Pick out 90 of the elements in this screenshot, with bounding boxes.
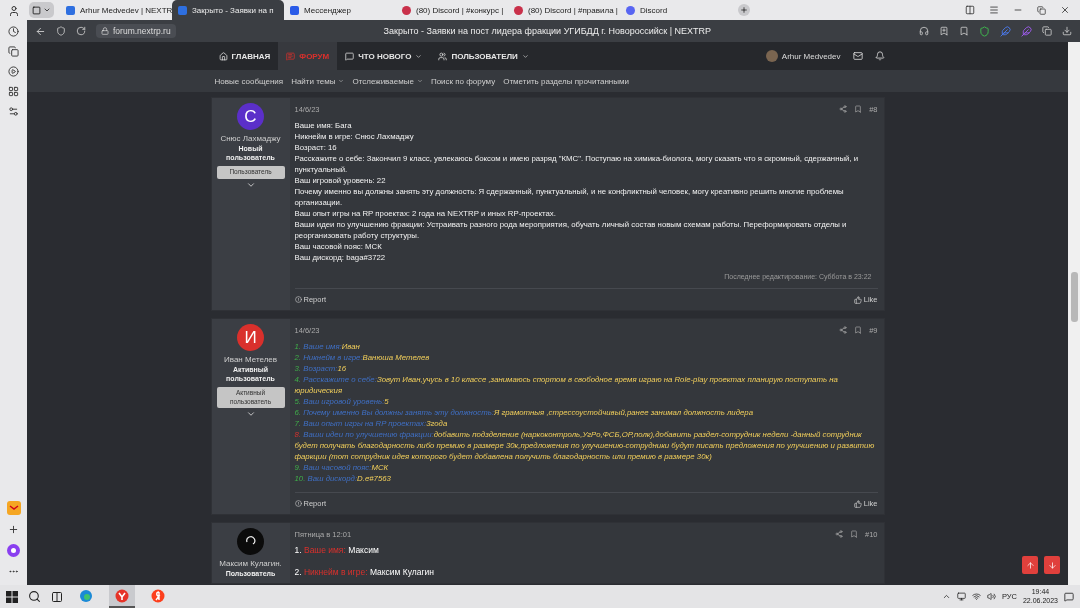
caret-icon bbox=[43, 6, 51, 14]
square-icon bbox=[66, 5, 75, 15]
users-icon bbox=[438, 51, 448, 61]
browser-icon bbox=[115, 588, 129, 603]
tabs-icon[interactable] bbox=[965, 5, 975, 15]
post-line: 2. Никнейм в игре: Максим Кулагин bbox=[294, 567, 436, 578]
notifications-icon[interactable] bbox=[1064, 591, 1074, 602]
avatar: С bbox=[237, 103, 264, 130]
avatar-icon bbox=[237, 528, 264, 555]
grid-icon[interactable] bbox=[8, 86, 19, 97]
close-icon[interactable] bbox=[1060, 5, 1070, 15]
windows-icon[interactable] bbox=[6, 590, 18, 603]
bookmark-icon[interactable] bbox=[850, 530, 858, 538]
collections-icon[interactable] bbox=[8, 46, 19, 57]
user-menu[interactable]: Arhur Medvedev bbox=[765, 50, 841, 62]
subnav-link[interactable]: Отслеживаемые bbox=[348, 76, 427, 86]
address-field[interactable]: forum.nextrp.ru bbox=[96, 24, 176, 38]
subnav-link[interactable]: Новые сообщения bbox=[210, 76, 288, 86]
thumbs-up-icon bbox=[853, 295, 862, 304]
new-tab-button[interactable] bbox=[738, 4, 750, 16]
author-name[interactable]: Снюс Лахмаджу bbox=[220, 134, 281, 143]
tray-expand-icon[interactable] bbox=[941, 592, 951, 601]
browser-tab[interactable]: (80) Discord | #конкурс | bbox=[396, 0, 508, 20]
bookmark-icon[interactable] bbox=[854, 326, 863, 334]
extension-icon[interactable] bbox=[1021, 25, 1032, 37]
bookmark-icon[interactable] bbox=[939, 26, 949, 36]
scroll-down-button[interactable] bbox=[1044, 556, 1060, 574]
browser-tab[interactable]: Discord bbox=[620, 0, 732, 20]
search-icon[interactable] bbox=[28, 590, 41, 603]
alert-icon bbox=[294, 500, 302, 507]
restore-icon[interactable] bbox=[1037, 5, 1046, 15]
nav-tab[interactable]: ГЛАВНАЯ bbox=[210, 42, 279, 70]
scroll-up-button[interactable] bbox=[1022, 556, 1038, 574]
headphones-icon[interactable] bbox=[919, 26, 929, 36]
mail-icon[interactable] bbox=[852, 51, 863, 61]
nav-tab[interactable]: ЧТО НОВОГО bbox=[337, 42, 431, 70]
square-icon bbox=[32, 5, 41, 15]
bookmark-icon[interactable] bbox=[959, 26, 969, 36]
history-icon[interactable] bbox=[8, 26, 19, 37]
avatar: И bbox=[237, 324, 264, 351]
taskbar-app[interactable] bbox=[109, 585, 135, 608]
back-icon[interactable] bbox=[35, 25, 46, 37]
browser-tab[interactable]: Мессенджер bbox=[284, 0, 396, 20]
browser-tab[interactable]: (80) Discord | #правила | bbox=[508, 0, 620, 20]
monitor-icon[interactable] bbox=[956, 592, 966, 601]
bell-icon[interactable] bbox=[874, 51, 885, 61]
home-icon bbox=[218, 51, 228, 61]
download-icon[interactable] bbox=[1062, 26, 1072, 36]
arrow-up-icon bbox=[1025, 560, 1035, 570]
subnav-link[interactable]: Поиск по форуму bbox=[426, 76, 500, 86]
share-icon[interactable] bbox=[839, 105, 848, 113]
circle-icon bbox=[626, 5, 635, 15]
plus-icon bbox=[740, 6, 748, 14]
assistant-icon[interactable] bbox=[7, 544, 20, 557]
network-icon[interactable] bbox=[971, 592, 981, 601]
share-icon[interactable] bbox=[835, 530, 843, 538]
profile-icon[interactable] bbox=[7, 5, 20, 17]
bookmark-icon[interactable] bbox=[854, 105, 863, 113]
extension-icon[interactable] bbox=[1042, 26, 1052, 36]
browser-tab[interactable]: Arhur Medvedev | NEXTR bbox=[60, 0, 172, 20]
square-icon bbox=[178, 5, 187, 15]
browser-icon bbox=[79, 588, 93, 603]
nav-tab[interactable]: ПОЛЬЗОВАТЕЛИ bbox=[430, 42, 537, 70]
arrow-down-icon bbox=[1047, 560, 1057, 570]
reload-icon[interactable] bbox=[76, 26, 86, 36]
tab-group-button[interactable] bbox=[29, 2, 54, 18]
author-name[interactable]: Иван Метелев bbox=[223, 355, 278, 364]
alert-icon bbox=[294, 296, 302, 303]
scrollbar[interactable] bbox=[1068, 42, 1080, 585]
volume-icon[interactable] bbox=[986, 592, 996, 601]
author-name[interactable]: Максим Кулагин. bbox=[219, 559, 282, 568]
page-title: Закрыто - Заявки на пост лидера фракции УГИБДД г. Новороссийск | NEXTRP bbox=[382, 26, 712, 36]
circle-icon bbox=[514, 5, 523, 15]
share-icon[interactable] bbox=[839, 326, 848, 334]
subnav-link[interactable]: Отметить разделы прочитанными bbox=[499, 76, 633, 86]
lock-icon bbox=[101, 27, 109, 35]
menu-icon[interactable] bbox=[989, 5, 999, 15]
extension-icon[interactable] bbox=[1000, 25, 1011, 37]
add-icon[interactable] bbox=[8, 524, 19, 535]
shield-icon[interactable] bbox=[979, 25, 990, 37]
settings-icon[interactable] bbox=[8, 106, 19, 117]
task-view-icon[interactable] bbox=[51, 590, 63, 603]
thumbs-up-icon bbox=[853, 499, 862, 508]
circle-icon bbox=[402, 5, 411, 15]
play-icon[interactable] bbox=[8, 66, 19, 77]
subnav-link[interactable]: Найти темы bbox=[287, 76, 349, 86]
app-icon bbox=[151, 588, 165, 603]
browser-tab[interactable]: Закрыто - Заявки на п bbox=[172, 0, 284, 20]
shield-icon[interactable] bbox=[56, 26, 66, 36]
post-line: 1. Ваше имя: Максим bbox=[294, 545, 380, 556]
